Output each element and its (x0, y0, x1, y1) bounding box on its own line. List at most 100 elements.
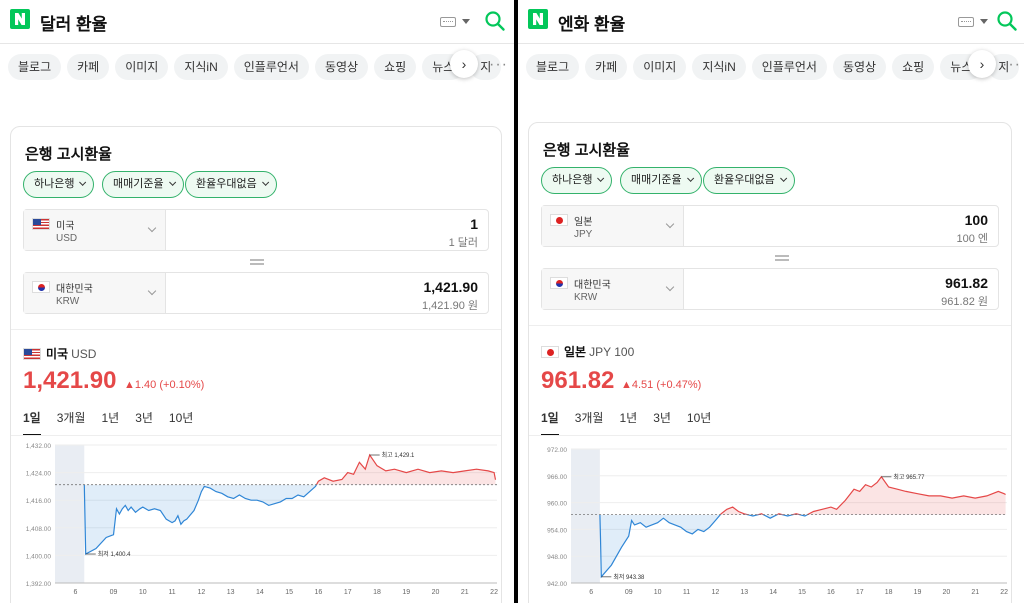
to-currency-select[interactable]: 대한민국 KRW (542, 269, 684, 309)
tab-3y[interactable]: 3년 (653, 409, 671, 434)
chip-cafe[interactable]: 카페 (67, 54, 110, 80)
card-title: 은행 고시환율 (543, 142, 630, 159)
rate-country: 미국 (46, 347, 69, 361)
x-tick-label: 16 (827, 589, 835, 596)
y-tick-label: 1,408.00 (26, 526, 52, 533)
tab-3m[interactable]: 3개월 (57, 409, 86, 434)
rate-type-filter-button[interactable]: 매매기준율 (620, 167, 702, 194)
y-tick-label: 966.00 (547, 474, 567, 481)
to-currency-code: KRW (56, 296, 80, 307)
chip-image[interactable]: 이미지 (633, 54, 687, 80)
to-currency-select[interactable]: 대한민국 KRW (24, 273, 166, 313)
x-tick-label: 6 (589, 589, 593, 596)
naver-logo-icon[interactable] (528, 9, 548, 29)
bank-filter-button[interactable]: 하나은행 (23, 171, 95, 198)
from-currency-box: 미국 USD 1 1 달러 (23, 209, 489, 251)
low-label: 최저 943.38 (613, 573, 645, 581)
tab-10y[interactable]: 10년 (169, 409, 193, 434)
rate-type-filter-button[interactable]: 매매기준율 (102, 171, 184, 198)
x-tick-label: 10 (139, 589, 147, 596)
usd-rate-chart[interactable]: 1,432.00 1,424.00 1,416.00 1,408.00 1,400.00… (11, 439, 503, 599)
from-amount-input[interactable]: 1 (470, 216, 478, 232)
x-tick-label: 6 (74, 589, 78, 596)
high-label: 최고 1,429.1 (382, 451, 415, 459)
series-line-down (599, 514, 809, 579)
tab-1y[interactable]: 1년 (619, 409, 637, 434)
tab-10y[interactable]: 10년 (687, 409, 711, 434)
chip-influencer[interactable]: 인플루언서 (233, 54, 309, 80)
chip-video[interactable]: 동영상 (314, 54, 369, 80)
area-above-baseline (720, 476, 1006, 515)
from-currency-code: USD (56, 233, 78, 244)
keyboard-icon[interactable] (440, 17, 456, 27)
more-dots-icon[interactable]: ··· (489, 56, 508, 74)
chip-kin[interactable]: 지식iN (692, 54, 746, 80)
from-currency-select[interactable]: 일본 JPY (542, 206, 684, 246)
search-icon[interactable] (996, 10, 1018, 32)
y-tick-label: 954.00 (547, 527, 567, 534)
to-amount-caption: 1,421.90 원 (422, 300, 478, 312)
area-below-baseline (599, 514, 1006, 577)
bank-filter-button[interactable]: 하나은행 (541, 167, 613, 194)
rate-type-filter-label: 매매기준율 (113, 178, 164, 190)
tab-3y[interactable]: 3년 (135, 409, 153, 434)
search-icon[interactable] (484, 10, 506, 32)
from-currency-select[interactable]: 미국 USD (24, 210, 166, 250)
tab-3m[interactable]: 3개월 (575, 409, 604, 434)
from-currency-name: 미국 (56, 221, 75, 232)
rate-type-filter-label: 매매기준율 (631, 174, 682, 186)
chip-video[interactable]: 동영상 (832, 54, 887, 80)
search-tab-chips: 블로그 카페 이미지 지식iN 인플루언서 동영상 쇼핑 뉴스 지 (8, 54, 514, 80)
jpy-rate-chart[interactable]: 972.00 966.00 960.00 954.00 948.00 942.00 6 09 1… (529, 443, 1013, 599)
top-bar: 엔화 환율 (518, 0, 1024, 44)
to-currency-name: 대한민국 (56, 284, 93, 295)
tab-1d[interactable]: 1일 (541, 409, 559, 436)
chip-kin[interactable]: 지식iN (174, 54, 228, 80)
rate-code: USD (71, 347, 97, 361)
chevron-down-icon (597, 174, 605, 182)
chip-cafe[interactable]: 카페 (585, 54, 628, 80)
tab-1y[interactable]: 1년 (101, 409, 119, 434)
us-flag-icon (32, 218, 50, 230)
y-tick-label: 948.00 (547, 554, 567, 561)
from-amount-input[interactable]: 100 (965, 212, 988, 228)
x-tick-label: 17 (856, 589, 864, 596)
page-title: 달러 환율 (40, 15, 108, 34)
caret-down-icon[interactable] (462, 19, 470, 24)
y-tick-label: 1,432.00 (26, 443, 52, 450)
x-tick-label: 20 (432, 589, 440, 596)
discount-filter-button[interactable]: 환율우대없음 (703, 167, 795, 194)
chevron-right-icon[interactable]: › (968, 50, 996, 78)
x-tick-label: 16 (315, 589, 323, 596)
equals-icon (775, 255, 789, 261)
x-tick-label: 17 (344, 589, 352, 596)
rate-change: ▲4.51 (+0.47%) (621, 379, 702, 391)
to-amount-input[interactable]: 961.82 (945, 275, 988, 291)
chevron-down-icon (147, 286, 157, 296)
jp-flag-icon (550, 214, 568, 226)
bank-filter-label: 하나은행 (34, 178, 75, 190)
keyboard-icon[interactable] (958, 17, 974, 27)
from-currency-box: 일본 JPY 100 100 엔 (541, 205, 999, 247)
caret-down-icon[interactable] (980, 19, 988, 24)
chevron-right-icon[interactable]: › (450, 50, 478, 78)
chip-blog[interactable]: 블로그 (526, 54, 580, 80)
period-tabs: 1일 3개월 1년 3년 10년 (23, 409, 209, 437)
search-tab-chips: 블로그 카페 이미지 지식iN 인플루언서 동영상 쇼핑 뉴스 지 (526, 54, 1024, 80)
chip-shopping[interactable]: 쇼핑 (892, 54, 935, 80)
chip-image[interactable]: 이미지 (115, 54, 169, 80)
chevron-down-icon (79, 178, 87, 186)
card-title: 은행 고시환율 (25, 146, 112, 163)
chip-influencer[interactable]: 인플루언서 (751, 54, 827, 80)
chevron-down-icon (686, 174, 694, 182)
naver-logo-icon[interactable] (10, 9, 30, 29)
chip-shopping[interactable]: 쇼핑 (374, 54, 417, 80)
tab-1d[interactable]: 1일 (23, 409, 41, 436)
us-flag-icon (23, 347, 41, 360)
rate-change: ▲1.40 (+0.10%) (124, 379, 205, 391)
x-tick-label: 10 (654, 589, 662, 596)
discount-filter-button[interactable]: 환율우대없음 (185, 171, 277, 198)
more-dots-icon[interactable]: ··· (1002, 56, 1021, 74)
chip-blog[interactable]: 블로그 (8, 54, 62, 80)
to-amount-input[interactable]: 1,421.90 (424, 279, 479, 295)
